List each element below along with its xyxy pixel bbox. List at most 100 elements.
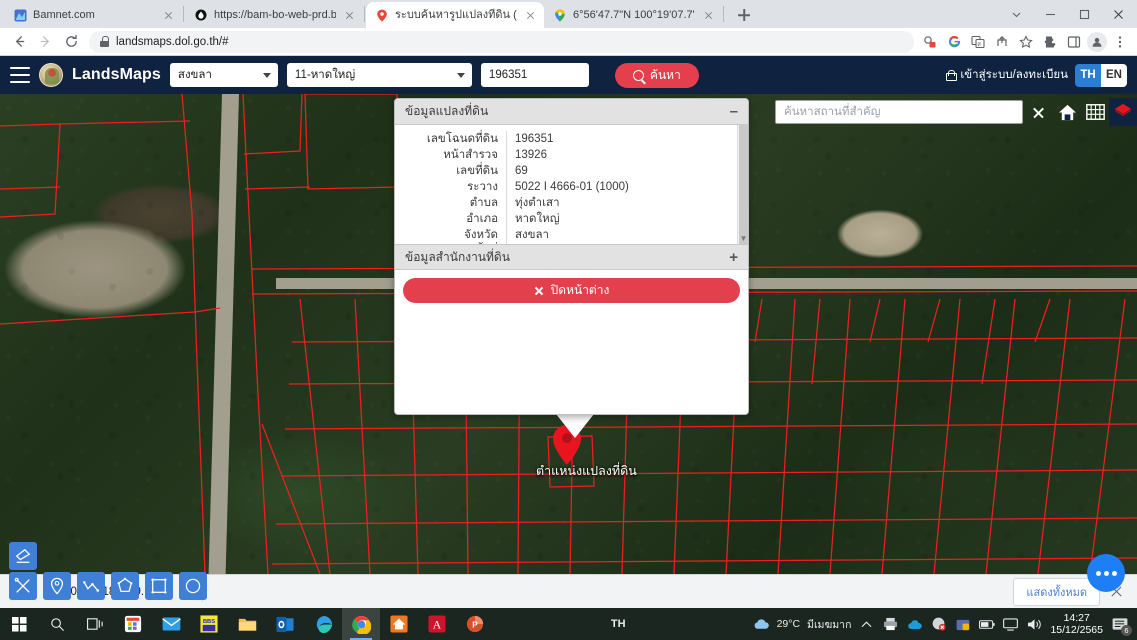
browser-tab-3[interactable]: 6°56'47.7"N 100°19'07.7"E - Goo (544, 2, 722, 28)
info-panel-scrollbar[interactable]: ▲ ▼ (737, 125, 748, 244)
password-alert-icon[interactable] (919, 31, 941, 53)
battery-icon[interactable] (978, 616, 995, 633)
reload-icon[interactable] (58, 30, 84, 54)
close-icon[interactable] (1101, 0, 1135, 28)
circle-tool-button[interactable] (179, 572, 207, 600)
scroll-down-arrow-icon[interactable]: ▼ (738, 233, 748, 244)
lang-en-button[interactable]: EN (1101, 63, 1127, 87)
tab-separator (723, 6, 724, 22)
polygon-tool-button[interactable] (111, 572, 139, 600)
info-panel-title: ข้อมูลแปลงที่ดิน (405, 104, 489, 118)
tab-separator (183, 6, 184, 22)
parcel-number-value: 196351 (488, 69, 528, 81)
powerpoint-button[interactable]: P (456, 608, 494, 640)
back-icon[interactable] (6, 30, 32, 54)
layers-button[interactable] (1109, 98, 1137, 126)
forward-icon[interactable] (32, 30, 58, 54)
taskbar-language[interactable]: TH (611, 618, 626, 630)
browser-tab-2[interactable]: ระบบค้นหารูปแปลงที่ดิน (LandsMaps (366, 2, 544, 28)
info-row-label: อำเภอ (399, 211, 507, 227)
taskbar-clock[interactable]: 14:27 15/12/2565 (1050, 612, 1103, 636)
tab-close-icon[interactable] (523, 8, 538, 23)
browser-tab-strip: Bamnet.com https://bam-bo-web-prd.bam.co… (0, 0, 1137, 28)
district-select[interactable]: 11-หาดใหญ่ (286, 63, 472, 87)
info-panel-pointer (556, 414, 594, 438)
lang-th-button[interactable]: TH (1075, 63, 1101, 87)
chevron-down-icon[interactable] (999, 0, 1033, 28)
windows-taskbar: BBS A P TH 29°C มีเมฆมาก 14:27 15/12/256… (0, 608, 1137, 640)
printer-icon[interactable] (882, 616, 899, 633)
chevron-up-icon[interactable] (858, 616, 875, 633)
info-row-label: หน้าสำรวจ (399, 147, 507, 163)
bbs-button[interactable]: BBS (190, 608, 228, 640)
tab-close-icon[interactable] (342, 8, 357, 23)
bookmark-star-icon[interactable] (1015, 31, 1037, 53)
volume-icon[interactable] (1026, 616, 1043, 633)
minus-icon[interactable]: – (730, 104, 738, 119)
microsoft-store-button[interactable] (114, 608, 152, 640)
outlook-button[interactable] (266, 608, 304, 640)
grid-index-button[interactable] (1081, 98, 1109, 126)
search-button-label: ค้นหา (649, 67, 681, 82)
login-register-link[interactable]: เข้าสู่ระบบ/ลงทะเบียน (946, 66, 1068, 84)
info-panel-header[interactable]: ข้อมูลแปลงที่ดิน – (395, 99, 748, 125)
polyline-tool-button[interactable] (77, 572, 105, 600)
tab-close-icon[interactable] (701, 8, 716, 23)
show-all-downloads-button[interactable]: แสดงทั้งหมด (1013, 577, 1100, 606)
address-bar[interactable]: landsmaps.dol.go.th/# (89, 30, 914, 53)
display-icon[interactable] (1002, 616, 1019, 633)
hamburger-icon[interactable] (10, 67, 30, 83)
eraser-tool[interactable] (9, 542, 37, 570)
province-select[interactable]: สงขลา (169, 63, 278, 87)
explorer-button[interactable] (228, 608, 266, 640)
clock-date: 15/12/2565 (1050, 624, 1103, 636)
search-button[interactable]: ค้นหา (614, 62, 699, 88)
point-tool-button[interactable] (43, 572, 71, 600)
more-options-fab[interactable] (1087, 554, 1125, 592)
info-row: อำเภอ หาดใหญ่ (395, 211, 748, 227)
address-bar-url: landsmaps.dol.go.th/# (116, 35, 229, 48)
scrollbar-thumb[interactable] (739, 125, 748, 244)
onedrive-icon[interactable] (906, 616, 923, 633)
close-window-button[interactable]: ปิดหน้าต่าง (403, 278, 740, 303)
parcel-number-input[interactable]: 196351 (480, 63, 589, 87)
profile-avatar-icon[interactable] (1087, 31, 1107, 52)
google-icon[interactable] (943, 31, 965, 53)
search-button[interactable] (38, 608, 76, 640)
edge-button[interactable] (304, 608, 342, 640)
mail-button[interactable] (152, 608, 190, 640)
notification-center-button[interactable]: 6 (1110, 614, 1132, 636)
translate-icon[interactable]: ส (967, 31, 989, 53)
plus-icon[interactable]: + (729, 250, 738, 265)
measure-tool-button[interactable] (9, 572, 37, 600)
screenshot-icon[interactable] (954, 616, 971, 633)
acrobat-button[interactable]: A (418, 608, 456, 640)
home-app-button[interactable] (380, 608, 418, 640)
info-row: ตำบล ทุ่งตำเสา (395, 195, 748, 211)
place-search-clear-button[interactable] (1023, 98, 1053, 126)
info-row-label: เนื้อที่ (399, 243, 507, 244)
new-tab-button[interactable] (731, 2, 757, 28)
eraser-tool-button[interactable] (9, 542, 37, 570)
land-office-section-header[interactable]: ข้อมูลสำนักงานที่ดิน + (395, 244, 748, 270)
weather-temperature[interactable]: 29°C (777, 618, 800, 630)
home-extent-button[interactable] (1053, 98, 1081, 126)
close-icon (1032, 106, 1045, 119)
info-row: เลขโฉนดที่ดิน 196351 (395, 131, 748, 147)
task-view-button[interactable] (76, 608, 114, 640)
maximize-icon[interactable] (1067, 0, 1101, 28)
weather-description[interactable]: มีเมฆมาก (807, 616, 851, 633)
chrome-button[interactable] (342, 608, 380, 640)
side-panel-icon[interactable] (1063, 31, 1085, 53)
minimize-icon[interactable] (1033, 0, 1067, 28)
chrome-menu-icon[interactable] (1109, 31, 1131, 53)
place-search-input[interactable]: ค้นหาสถานที่สำคัญ (775, 100, 1023, 124)
rectangle-tool-button[interactable] (145, 572, 173, 600)
start-button[interactable] (0, 608, 38, 640)
share-icon[interactable] (991, 31, 1013, 53)
tab-close-icon[interactable] (161, 8, 176, 23)
browser-tab-0[interactable]: Bamnet.com (4, 2, 182, 28)
extensions-puzzle-icon[interactable] (1039, 31, 1061, 53)
browser-tab-1[interactable]: https://bam-bo-web-prd.bam.co (185, 2, 363, 28)
antivirus-icon[interactable] (930, 616, 947, 633)
